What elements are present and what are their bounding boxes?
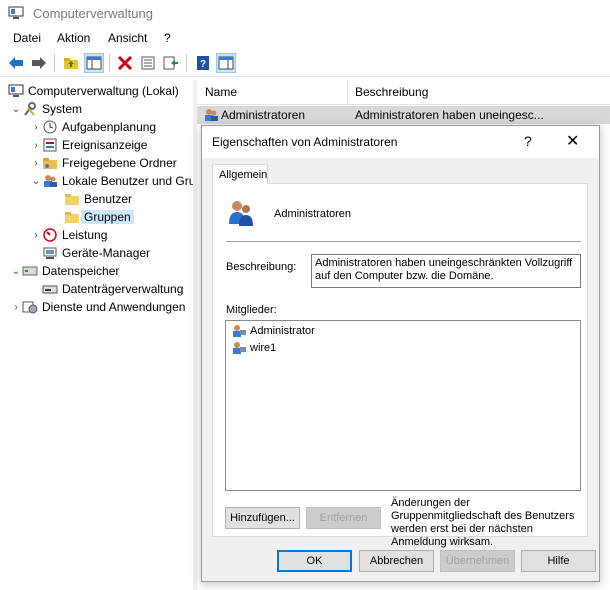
- tree-item-groups[interactable]: Gruppen: [64, 208, 134, 226]
- list-item[interactable]: Administratoren Administratoren haben un…: [197, 106, 610, 124]
- console-tree-icon: [86, 56, 102, 70]
- list-item-description: Administratoren haben uneingesc...: [355, 108, 544, 122]
- membership-note: Änderungen der Gruppenmitgliedschaft des…: [391, 497, 575, 548]
- tree-item-shared-folders[interactable]: › Freigegebene Ordner: [30, 154, 176, 172]
- user-icon: [233, 325, 246, 337]
- description-field[interactable]: Administratoren haben uneingeschränkten …: [311, 254, 581, 288]
- console-tree: Computerverwaltung (Lokal) ⌄ System › Au…: [0, 80, 193, 590]
- tree-item-local-users[interactable]: ⌄ Lokale Benutzer und Gru: [30, 172, 193, 190]
- folder-icon: [64, 192, 80, 206]
- arrow-left-icon: [9, 57, 23, 69]
- computer-management-icon: [8, 6, 24, 19]
- help-dialog-button[interactable]: Hilfe: [521, 550, 596, 572]
- folder-icon: [64, 210, 80, 224]
- menu-view[interactable]: Ansicht: [108, 31, 147, 45]
- list-item[interactable]: wire1: [231, 340, 276, 356]
- help-button[interactable]: ?: [193, 53, 213, 73]
- tree-item-services[interactable]: › Dienste und Anwendungen: [10, 298, 185, 316]
- description-label: Beschreibung:: [226, 261, 297, 273]
- list-header: Name Beschreibung: [197, 80, 610, 105]
- action-pane-button[interactable]: [216, 53, 236, 73]
- group-large-icon: [229, 201, 253, 226]
- chevron-right-icon[interactable]: ›: [30, 122, 42, 133]
- dialog-help-button[interactable]: ?: [524, 133, 532, 149]
- cancel-button[interactable]: Abbrechen: [359, 550, 434, 572]
- list-item-name: Administratoren: [221, 108, 306, 122]
- up-folder-button[interactable]: [61, 53, 81, 73]
- event-viewer-icon: [42, 138, 58, 152]
- disk-icon: [42, 282, 58, 296]
- member-name: Administrator: [250, 325, 315, 337]
- tree-item-storage[interactable]: ⌄ Datenspeicher: [10, 262, 120, 280]
- members-list[interactable]: Administrator wire1: [225, 320, 581, 491]
- performance-icon: [42, 228, 58, 242]
- dialog-close-button[interactable]: ✕: [566, 131, 579, 151]
- svg-text:?: ?: [200, 59, 206, 70]
- list-item[interactable]: Administrator: [231, 323, 315, 339]
- help-icon: ?: [197, 56, 209, 70]
- tree-item-root[interactable]: Computerverwaltung (Lokal): [8, 82, 179, 100]
- tree-item-task-scheduler[interactable]: › Aufgabenplanung: [30, 118, 156, 136]
- tree-item-disk-management[interactable]: Datenträgerverwaltung: [42, 280, 183, 298]
- dialog-title: Eigenschaften von Administratoren: [212, 135, 398, 149]
- tree-item-device-manager[interactable]: Geräte-Manager: [42, 244, 150, 262]
- properties-button[interactable]: [138, 53, 158, 73]
- system-tools-icon: [22, 102, 38, 116]
- dialog-title-bar: Eigenschaften von Administratoren ? ✕: [202, 126, 599, 158]
- tree-item-event-viewer[interactable]: › Ereignisanzeige: [30, 136, 147, 154]
- shared-folder-icon: [42, 156, 58, 170]
- chevron-right-icon[interactable]: ›: [30, 230, 42, 241]
- properties-dialog: Eigenschaften von Administratoren ? ✕ Al…: [201, 125, 600, 582]
- chevron-right-icon[interactable]: ›: [30, 140, 42, 151]
- computer-management-icon: [8, 84, 24, 98]
- services-icon: [22, 300, 38, 314]
- arrow-right-icon: [32, 57, 46, 69]
- title-bar: Computerverwaltung: [0, 0, 610, 28]
- tab-general[interactable]: Allgemein: [212, 164, 268, 184]
- menu-file[interactable]: Datei: [13, 31, 41, 45]
- group-icon: [205, 109, 218, 121]
- device-manager-icon: [42, 246, 58, 260]
- divider: [226, 241, 581, 242]
- chevron-down-icon[interactable]: ⌄: [10, 104, 22, 115]
- members-label: Mitglieder:: [226, 304, 277, 316]
- chevron-right-icon[interactable]: ›: [30, 158, 42, 169]
- window-title: Computerverwaltung: [33, 6, 153, 21]
- forward-button[interactable]: [29, 53, 49, 73]
- column-description[interactable]: Beschreibung: [355, 85, 428, 99]
- menu-bar: Datei Aktion Ansicht ?: [0, 28, 610, 50]
- chevron-down-icon[interactable]: ⌄: [10, 266, 22, 277]
- delete-button[interactable]: [115, 53, 135, 73]
- add-button[interactable]: Hinzufügen...: [225, 507, 300, 529]
- properties-icon: [141, 56, 155, 70]
- toolbar: ?: [0, 50, 610, 77]
- column-name[interactable]: Name: [205, 85, 237, 99]
- remove-button[interactable]: Entfernen: [306, 507, 381, 529]
- show-hide-tree-button[interactable]: [84, 53, 104, 73]
- chevron-down-icon[interactable]: ⌄: [30, 176, 42, 187]
- tree-item-performance[interactable]: › Leistung: [30, 226, 107, 244]
- tree-item-users[interactable]: Benutzer: [64, 190, 132, 208]
- users-icon: [42, 174, 58, 188]
- member-name: wire1: [250, 342, 277, 354]
- delete-x-icon: [117, 56, 133, 70]
- menu-action[interactable]: Aktion: [57, 31, 90, 45]
- folder-up-icon: [64, 58, 78, 69]
- action-pane-icon: [218, 56, 234, 70]
- back-button[interactable]: [6, 53, 26, 73]
- storage-icon: [22, 264, 38, 278]
- clock-icon: [42, 120, 58, 134]
- apply-button[interactable]: Übernehmen: [440, 550, 515, 572]
- ok-button[interactable]: OK: [277, 550, 352, 572]
- group-name: Administratoren: [274, 208, 352, 220]
- user-icon: [233, 342, 246, 354]
- chevron-right-icon[interactable]: ›: [10, 302, 22, 313]
- menu-help[interactable]: ?: [164, 31, 171, 45]
- tree-item-system[interactable]: ⌄ System: [10, 100, 82, 118]
- export-button[interactable]: [161, 53, 181, 73]
- export-list-icon: [163, 56, 178, 70]
